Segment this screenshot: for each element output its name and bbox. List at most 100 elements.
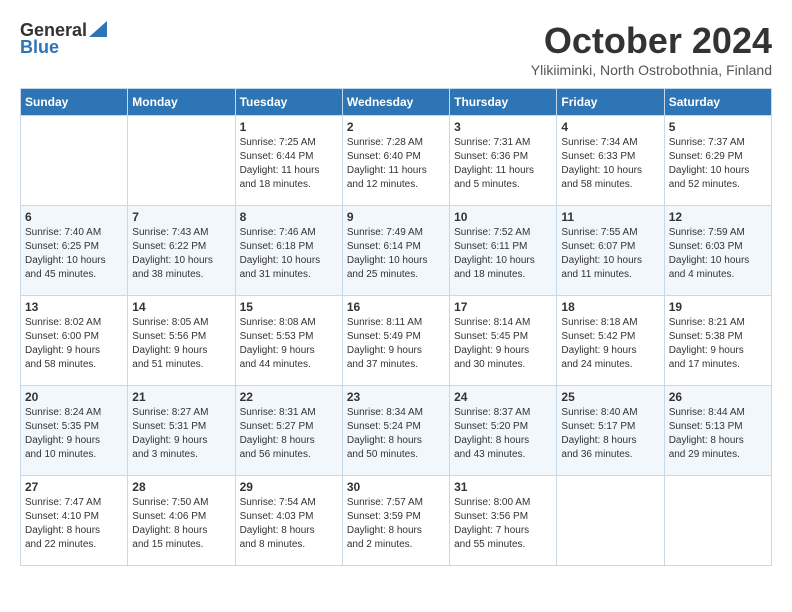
day-number: 6	[25, 210, 123, 224]
header-row: Sunday Monday Tuesday Wednesday Thursday…	[21, 89, 772, 116]
day-number: 30	[347, 480, 445, 494]
col-sunday: Sunday	[21, 89, 128, 116]
day-number: 28	[132, 480, 230, 494]
calendar-cell: 9 Sunrise: 7:49 AM Sunset: 6:14 PM Daylig…	[342, 206, 449, 296]
day-number: 27	[25, 480, 123, 494]
calendar-cell: 26 Sunrise: 8:44 AM Sunset: 5:13 PM Dayli…	[664, 386, 771, 476]
calendar-cell: 10Sunrise: 7:52 AM Sunset: 6:11 PM Dayli…	[450, 206, 557, 296]
calendar-cell: 29 Sunrise: 7:54 AM Sunset: 4:03 PM Dayli…	[235, 476, 342, 566]
calendar-cell: 31 Sunrise: 8:00 AM Sunset: 3:56 PM Dayli…	[450, 476, 557, 566]
calendar-cell: 11 Sunrise: 7:55 AM Sunset: 6:07 PM Dayli…	[557, 206, 664, 296]
day-info: Sunrise: 8:34 AM Sunset: 5:24 PM Dayligh…	[347, 406, 445, 462]
day-info: Sunrise: 7:49 AM Sunset: 6:14 PM Dayligh…	[347, 226, 445, 282]
day-info: Sunrise: 7:34 AM Sunset: 6:33 PM Dayligh…	[561, 136, 659, 192]
day-number: 1	[240, 120, 338, 134]
calendar-header: Sunday Monday Tuesday Wednesday Thursday…	[21, 89, 772, 116]
day-info: Sunrise: 7:31 AM Sunset: 6:36 PM Dayligh…	[454, 136, 552, 192]
calendar-cell: 28 Sunrise: 7:50 AM Sunset: 4:06 PM Dayli…	[128, 476, 235, 566]
col-wednesday: Wednesday	[342, 89, 449, 116]
calendar-cell: 8 Sunrise: 7:46 AM Sunset: 6:18 PM Daylig…	[235, 206, 342, 296]
day-number: 17	[454, 300, 552, 314]
day-info: Sunrise: 8:11 AM Sunset: 5:49 PM Dayligh…	[347, 316, 445, 372]
day-number: 16	[347, 300, 445, 314]
calendar-cell: 20Sunrise: 8:24 AM Sunset: 5:35 PM Dayli…	[21, 386, 128, 476]
day-info: Sunrise: 8:27 AM Sunset: 5:31 PM Dayligh…	[132, 406, 230, 462]
calendar-cell: 19Sunrise: 8:21 AM Sunset: 5:38 PM Dayli…	[664, 296, 771, 386]
day-info: Sunrise: 7:28 AM Sunset: 6:40 PM Dayligh…	[347, 136, 445, 192]
day-info: Sunrise: 8:05 AM Sunset: 5:56 PM Dayligh…	[132, 316, 230, 372]
day-info: Sunrise: 8:40 AM Sunset: 5:17 PM Dayligh…	[561, 406, 659, 462]
day-number: 29	[240, 480, 338, 494]
calendar-cell: 1Sunrise: 7:25 AM Sunset: 6:44 PM Daylig…	[235, 116, 342, 206]
col-saturday: Saturday	[664, 89, 771, 116]
day-number: 8	[240, 210, 338, 224]
calendar-cell: 3Sunrise: 7:31 AM Sunset: 6:36 PM Daylig…	[450, 116, 557, 206]
location-title: Ylikiiminki, North Ostrobothnia, Finland	[531, 62, 772, 78]
calendar-week-1: 1Sunrise: 7:25 AM Sunset: 6:44 PM Daylig…	[21, 116, 772, 206]
calendar-body: 1Sunrise: 7:25 AM Sunset: 6:44 PM Daylig…	[21, 116, 772, 566]
day-info: Sunrise: 7:50 AM Sunset: 4:06 PM Dayligh…	[132, 496, 230, 552]
page-header: General Blue October 2024 Ylikiiminki, N…	[20, 20, 772, 78]
day-number: 14	[132, 300, 230, 314]
calendar-cell	[21, 116, 128, 206]
calendar-cell: 23 Sunrise: 8:34 AM Sunset: 5:24 PM Dayli…	[342, 386, 449, 476]
calendar-week-3: 13Sunrise: 8:02 AM Sunset: 6:00 PM Dayli…	[21, 296, 772, 386]
calendar-cell: 4 Sunrise: 7:34 AM Sunset: 6:33 PM Daylig…	[557, 116, 664, 206]
calendar-cell: 21 Sunrise: 8:27 AM Sunset: 5:31 PM Dayli…	[128, 386, 235, 476]
day-info: Sunrise: 8:37 AM Sunset: 5:20 PM Dayligh…	[454, 406, 552, 462]
day-number: 22	[240, 390, 338, 404]
day-number: 9	[347, 210, 445, 224]
logo-blue-text: Blue	[20, 37, 59, 58]
calendar-cell: 12Sunrise: 7:59 AM Sunset: 6:03 PM Dayli…	[664, 206, 771, 296]
day-number: 21	[132, 390, 230, 404]
day-info: Sunrise: 7:54 AM Sunset: 4:03 PM Dayligh…	[240, 496, 338, 552]
day-info: Sunrise: 7:52 AM Sunset: 6:11 PM Dayligh…	[454, 226, 552, 282]
day-info: Sunrise: 7:47 AM Sunset: 4:10 PM Dayligh…	[25, 496, 123, 552]
day-number: 26	[669, 390, 767, 404]
logo-triangle-icon	[89, 21, 107, 37]
calendar-cell: 2 Sunrise: 7:28 AM Sunset: 6:40 PM Daylig…	[342, 116, 449, 206]
day-info: Sunrise: 7:46 AM Sunset: 6:18 PM Dayligh…	[240, 226, 338, 282]
col-monday: Monday	[128, 89, 235, 116]
day-number: 5	[669, 120, 767, 134]
day-number: 2	[347, 120, 445, 134]
day-number: 23	[347, 390, 445, 404]
calendar-table: Sunday Monday Tuesday Wednesday Thursday…	[20, 88, 772, 566]
calendar-cell: 17 Sunrise: 8:14 AM Sunset: 5:45 PM Dayli…	[450, 296, 557, 386]
day-info: Sunrise: 8:21 AM Sunset: 5:38 PM Dayligh…	[669, 316, 767, 372]
calendar-cell: 24 Sunrise: 8:37 AM Sunset: 5:20 PM Dayli…	[450, 386, 557, 476]
calendar-cell: 6Sunrise: 7:40 AM Sunset: 6:25 PM Daylig…	[21, 206, 128, 296]
logo: General Blue	[20, 20, 107, 58]
col-thursday: Thursday	[450, 89, 557, 116]
day-info: Sunrise: 7:59 AM Sunset: 6:03 PM Dayligh…	[669, 226, 767, 282]
day-info: Sunrise: 7:57 AM Sunset: 3:59 PM Dayligh…	[347, 496, 445, 552]
day-info: Sunrise: 7:37 AM Sunset: 6:29 PM Dayligh…	[669, 136, 767, 192]
day-info: Sunrise: 8:44 AM Sunset: 5:13 PM Dayligh…	[669, 406, 767, 462]
calendar-cell: 30 Sunrise: 7:57 AM Sunset: 3:59 PM Dayli…	[342, 476, 449, 566]
day-info: Sunrise: 7:55 AM Sunset: 6:07 PM Dayligh…	[561, 226, 659, 282]
calendar-cell: 5 Sunrise: 7:37 AM Sunset: 6:29 PM Daylig…	[664, 116, 771, 206]
day-number: 18	[561, 300, 659, 314]
day-number: 4	[561, 120, 659, 134]
day-number: 24	[454, 390, 552, 404]
day-info: Sunrise: 8:24 AM Sunset: 5:35 PM Dayligh…	[25, 406, 123, 462]
day-info: Sunrise: 8:18 AM Sunset: 5:42 PM Dayligh…	[561, 316, 659, 372]
day-number: 13	[25, 300, 123, 314]
day-number: 7	[132, 210, 230, 224]
calendar-cell: 18 Sunrise: 8:18 AM Sunset: 5:42 PM Dayli…	[557, 296, 664, 386]
title-section: October 2024 Ylikiiminki, North Ostrobot…	[531, 20, 772, 78]
day-number: 31	[454, 480, 552, 494]
calendar-cell: 22Sunrise: 8:31 AM Sunset: 5:27 PM Dayli…	[235, 386, 342, 476]
month-title: October 2024	[531, 20, 772, 62]
calendar-cell: 7 Sunrise: 7:43 AM Sunset: 6:22 PM Daylig…	[128, 206, 235, 296]
day-info: Sunrise: 7:43 AM Sunset: 6:22 PM Dayligh…	[132, 226, 230, 282]
day-info: Sunrise: 8:00 AM Sunset: 3:56 PM Dayligh…	[454, 496, 552, 552]
day-number: 11	[561, 210, 659, 224]
calendar-cell	[557, 476, 664, 566]
day-number: 15	[240, 300, 338, 314]
day-info: Sunrise: 8:14 AM Sunset: 5:45 PM Dayligh…	[454, 316, 552, 372]
day-info: Sunrise: 8:08 AM Sunset: 5:53 PM Dayligh…	[240, 316, 338, 372]
calendar-cell: 25Sunrise: 8:40 AM Sunset: 5:17 PM Dayli…	[557, 386, 664, 476]
calendar-cell: 14 Sunrise: 8:05 AM Sunset: 5:56 PM Dayli…	[128, 296, 235, 386]
calendar-cell: 27 Sunrise: 7:47 AM Sunset: 4:10 PM Dayli…	[21, 476, 128, 566]
